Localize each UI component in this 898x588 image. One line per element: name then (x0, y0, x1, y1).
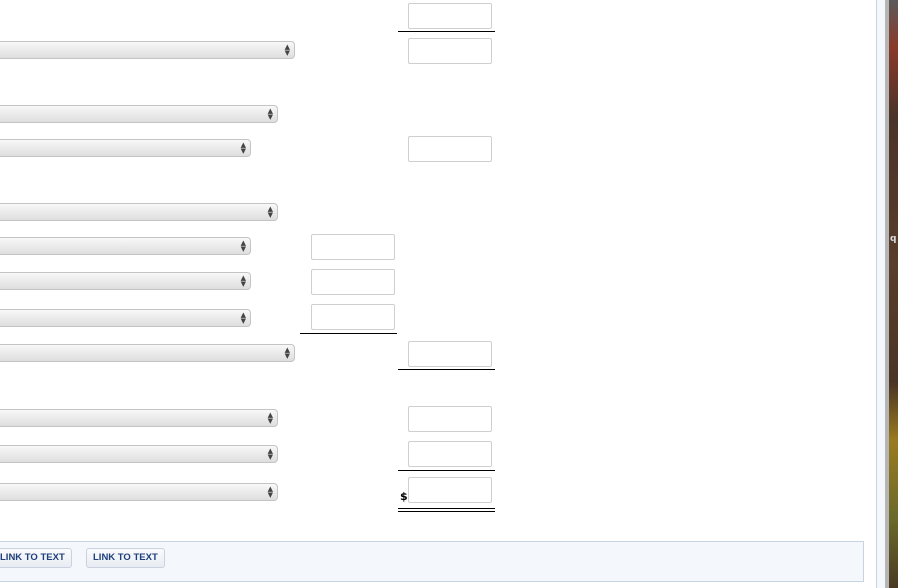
subtotal-line (398, 470, 495, 471)
total-double-line (398, 511, 495, 512)
dropdown-8[interactable]: ▲ ▼ (0, 344, 295, 362)
chevron-updown-icon: ▲ ▼ (267, 485, 273, 499)
desktop-text: q (890, 234, 897, 244)
total-double-line (398, 508, 495, 509)
subtotal-line (398, 369, 495, 370)
amount-input-1[interactable] (408, 3, 492, 29)
dropdown-3[interactable]: ▲ ▼ (0, 139, 251, 157)
dropdown-6[interactable]: ▲ ▼ (0, 272, 251, 290)
link-to-text-button-2[interactable]: LINK TO TEXT (86, 548, 165, 568)
dropdown-2[interactable]: ▲ ▼ (0, 105, 278, 123)
amount-input-9[interactable] (408, 441, 492, 467)
link-to-text-button-1[interactable]: LINK TO TEXT (0, 548, 72, 568)
dropdown-9[interactable]: ▲ ▼ (0, 409, 278, 427)
dropdown-7[interactable]: ▲ ▼ (0, 309, 251, 327)
amount-input-8[interactable] (408, 406, 492, 432)
subtotal-line (398, 31, 495, 32)
total-input[interactable] (408, 477, 492, 503)
amount-input-2[interactable] (408, 38, 492, 64)
currency-symbol: $ (400, 490, 408, 503)
chevron-updown-icon: ▲ ▼ (267, 107, 273, 121)
chevron-updown-icon: ▲ ▼ (240, 239, 246, 253)
subtotal-line (300, 333, 397, 334)
dropdown-10[interactable]: ▲ ▼ (0, 445, 278, 463)
dropdown-11[interactable]: ▲ ▼ (0, 483, 278, 501)
chevron-updown-icon: ▲ ▼ (240, 274, 246, 288)
dropdown-5[interactable]: ▲ ▼ (0, 237, 251, 255)
amount-input-4[interactable] (311, 234, 395, 260)
amount-input-3[interactable] (408, 136, 492, 162)
amount-input-5[interactable] (311, 269, 395, 295)
chevron-updown-icon: ▲ ▼ (240, 141, 246, 155)
amount-input-6[interactable] (311, 304, 395, 330)
chevron-updown-icon: ▲ ▼ (284, 43, 290, 57)
desktop-wallpaper (889, 0, 898, 588)
chevron-updown-icon: ▲ ▼ (240, 311, 246, 325)
chevron-updown-icon: ▲ ▼ (267, 447, 273, 461)
chevron-updown-icon: ▲ ▼ (284, 346, 290, 360)
amount-input-7[interactable] (408, 341, 492, 367)
dropdown-4[interactable]: ▲ ▼ (0, 203, 278, 221)
chevron-updown-icon: ▲ ▼ (267, 411, 273, 425)
chevron-updown-icon: ▲ ▼ (267, 205, 273, 219)
dropdown-1[interactable]: ▲ ▼ (0, 41, 295, 59)
